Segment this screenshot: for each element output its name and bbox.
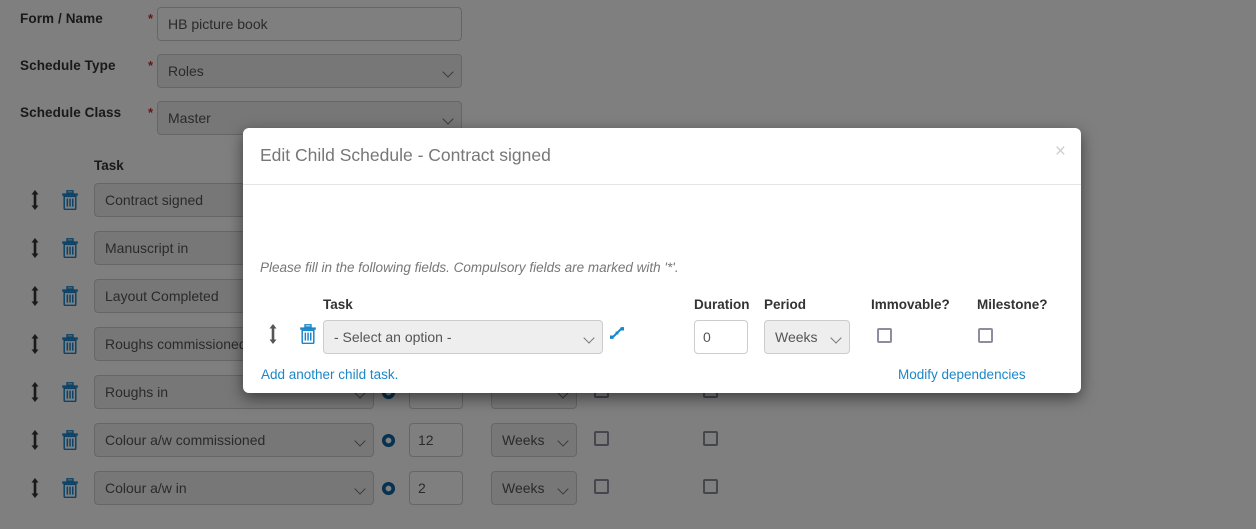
modal-period-select[interactable]: Weeks <box>764 320 850 354</box>
modal-task-select-value: - Select an option - <box>334 329 452 345</box>
application-window: Form / Name * Schedule Type * Roles Sche… <box>0 0 1256 529</box>
modal-header: Edit Child Schedule - Contract signed × <box>243 128 1081 185</box>
drag-handle-icon[interactable] <box>266 323 280 345</box>
delete-icon[interactable] <box>299 324 317 344</box>
edit-child-schedule-modal: Edit Child Schedule - Contract signed × … <box>243 128 1081 393</box>
modify-dependencies-link[interactable]: Modify dependencies <box>898 367 1026 382</box>
link-dependency-icon[interactable] <box>609 325 625 341</box>
chevron-down-icon <box>830 332 842 344</box>
modal-column-header-task: Task <box>323 297 353 312</box>
modal-column-header-immovable: Immovable? <box>871 297 950 312</box>
modal-column-header-duration: Duration <box>694 297 750 312</box>
modal-title: Edit Child Schedule - Contract signed <box>260 145 551 165</box>
modal-instructions: Please fill in the following fields. Com… <box>260 260 679 275</box>
modal-task-select[interactable]: - Select an option - <box>323 320 603 354</box>
modal-column-header-period: Period <box>764 297 807 312</box>
modal-period-select-value: Weeks <box>775 329 818 345</box>
modal-immovable-checkbox[interactable] <box>877 328 892 343</box>
modal-milestone-checkbox[interactable] <box>978 328 993 343</box>
chevron-down-icon <box>583 332 595 344</box>
modal-duration-input[interactable] <box>694 320 748 354</box>
modal-body: Please fill in the following fields. Com… <box>243 185 1081 393</box>
add-another-child-task-link[interactable]: Add another child task. <box>261 367 398 382</box>
modal-column-header-milestone: Milestone? <box>977 297 1048 312</box>
close-icon[interactable]: × <box>1055 142 1066 161</box>
